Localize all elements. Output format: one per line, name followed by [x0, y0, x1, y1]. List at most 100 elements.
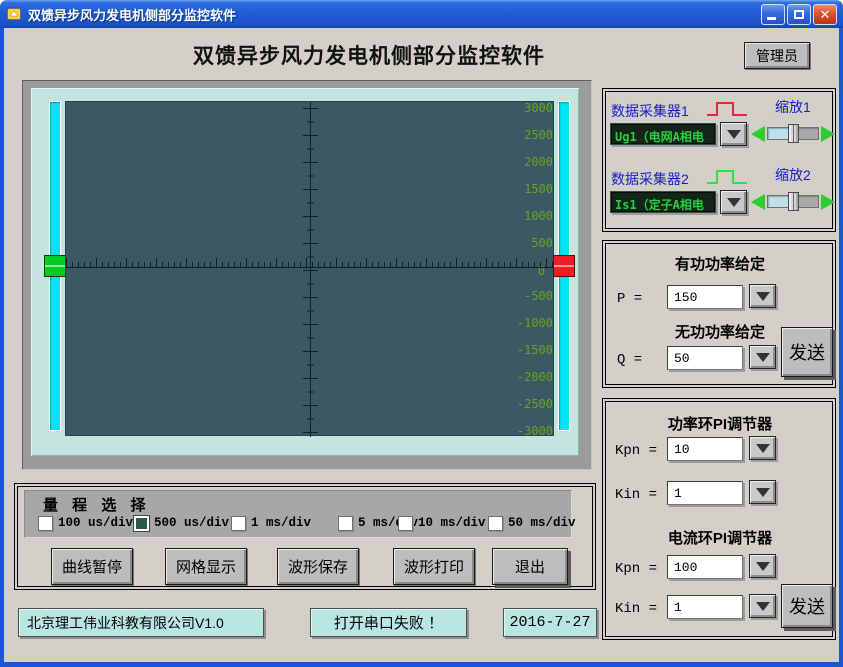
grid-display-button[interactable]: 网格显示	[165, 548, 247, 585]
oscilloscope: 3000 2500 2000 1500 1000 500 0 -500 -100…	[22, 80, 592, 470]
y-axis-label: 1500	[507, 182, 553, 196]
maximize-icon	[794, 10, 804, 19]
zoom2-increase-arrow[interactable]	[821, 194, 835, 210]
range-option: 100 us/div	[38, 515, 133, 531]
y-axis-label: 2000	[507, 155, 553, 169]
pulse-waveform-icon	[705, 167, 749, 187]
power-loop-title: 功率环PI调节器	[618, 413, 822, 434]
main-panel: 双馈异步风力发电机侧部分监控软件 管理员 3000 2500 2000 1500…	[4, 28, 839, 662]
y-axis-label: -500	[507, 289, 553, 303]
zoom2-decrease-arrow[interactable]	[751, 194, 765, 210]
kin1-label: Kin =	[615, 487, 657, 503]
range-checkbox-10ms[interactable]	[398, 516, 413, 531]
kin2-value-field[interactable]: 1	[667, 595, 743, 619]
p-value-field[interactable]: 150	[667, 285, 743, 309]
y-axis-label: 500	[507, 236, 553, 250]
window-title: 双馈异步风力发电机侧部分监控软件	[28, 5, 761, 24]
collector1-label: 数据采集器1	[611, 101, 689, 121]
admin-button[interactable]: 管理员	[744, 42, 810, 69]
waveform-display: 3000 2500 2000 1500 1000 500 0 -500 -100…	[65, 101, 554, 436]
y-axis-label: 1000	[507, 209, 553, 223]
kpn2-dropdown-button[interactable]	[749, 554, 776, 578]
kin1-dropdown-button[interactable]	[749, 480, 776, 504]
kin1-value-field[interactable]: 1	[667, 481, 743, 505]
date-field: 2016-7-27	[503, 608, 597, 637]
q-value-field[interactable]: 50	[667, 346, 743, 370]
exit-button[interactable]: 退出	[492, 548, 568, 585]
close-button[interactable]: ✕	[813, 4, 837, 25]
p-label: P =	[617, 291, 642, 307]
print-waveform-button[interactable]: 波形打印	[393, 548, 475, 585]
zoom2-slider-handle[interactable]	[788, 192, 799, 211]
close-icon: ✕	[814, 5, 836, 24]
range-checkbox-label: 1 ms/div	[251, 516, 311, 530]
power-setpoint-panel: 有功功率给定 P = 150 无功功率给定 Q = 50 发送	[602, 240, 836, 388]
y-axis-label: -2000	[507, 370, 553, 384]
kpn2-label: Kpn =	[615, 561, 657, 577]
range-selection-area: 量 程 选 择 100 us/div 500 us/div 1 ms/div 5…	[24, 490, 572, 538]
dropdown-arrow-icon	[756, 562, 770, 571]
dropdown-arrow-icon	[756, 602, 770, 611]
pi-send-button[interactable]: 发送	[781, 584, 833, 628]
y-axis-label: -3000	[507, 424, 553, 438]
range-checkbox-1ms[interactable]	[231, 516, 246, 531]
page-title: 双馈异步风力发电机侧部分监控软件	[104, 40, 634, 70]
active-power-title: 有功功率给定	[618, 253, 822, 274]
range-checkbox-500us[interactable]	[134, 516, 149, 531]
maximize-button[interactable]	[787, 4, 811, 25]
pause-curve-button[interactable]: 曲线暂停	[51, 548, 133, 585]
zoom1-label: 缩放1	[775, 97, 811, 117]
range-checkbox-50ms[interactable]	[488, 516, 503, 531]
range-checkbox-label: 50 ms/div	[508, 516, 576, 530]
channel1-selector[interactable]: Ug1（电网A相电	[610, 123, 716, 145]
range-option: 1 ms/div	[231, 515, 311, 531]
zoom2-label: 缩放2	[775, 165, 811, 185]
range-checkbox-label: 100 us/div	[58, 516, 133, 530]
dropdown-arrow-icon	[727, 130, 741, 139]
range-checkbox-100us[interactable]	[38, 516, 53, 531]
app-icon	[6, 6, 22, 22]
app-window: 双馈异步风力发电机侧部分监控软件 ✕ 双馈异步风力发电机侧部分监控软件 管理员 …	[0, 0, 843, 667]
range-checkbox-label: 500 us/div	[154, 516, 229, 530]
company-version-field: 北京理工伟业科教有限公司V1.0	[18, 608, 264, 637]
y-axis-label: 2500	[507, 128, 553, 142]
collector2-label: 数据采集器2	[611, 169, 689, 189]
kpn1-value-field[interactable]: 10	[667, 437, 743, 461]
zoom2-slider	[751, 191, 835, 213]
channel2-dropdown-button[interactable]	[720, 190, 747, 214]
channel2-selector[interactable]: Is1（定子A相电	[610, 191, 716, 213]
power-send-button[interactable]: 发送	[781, 327, 833, 377]
serial-status-message: 打开串口失败 ！	[310, 608, 467, 637]
collectors-panel: 数据采集器1 缩放1 Ug1（电网A相电 数据采集器2 缩放2 Is1（定子A相…	[602, 88, 836, 232]
zoom1-slider-handle[interactable]	[788, 124, 799, 143]
zoom1-increase-arrow[interactable]	[821, 126, 835, 142]
range-option: 10 ms/div	[398, 515, 486, 531]
left-slider-handle[interactable]	[44, 255, 66, 277]
pi-regulator-panel: 功率环PI调节器 Kpn = 10 Kin = 1 电流环PI调节器 Kpn =…	[602, 398, 836, 640]
kin2-dropdown-button[interactable]	[749, 594, 776, 618]
kin2-label: Kin =	[615, 601, 657, 617]
right-slider-handle[interactable]	[553, 255, 575, 277]
zoom1-decrease-arrow[interactable]	[751, 126, 765, 142]
range-panel: 量 程 选 择 100 us/div 500 us/div 1 ms/div 5…	[14, 483, 596, 590]
minimize-icon	[767, 17, 776, 20]
dropdown-arrow-icon	[727, 198, 741, 207]
range-title: 量 程 选 择	[43, 494, 151, 515]
kpn2-value-field[interactable]: 100	[667, 555, 743, 579]
pulse-waveform-icon	[705, 99, 749, 119]
range-checkbox-5ms[interactable]	[338, 516, 353, 531]
dropdown-arrow-icon	[756, 292, 770, 301]
p-dropdown-button[interactable]	[749, 284, 776, 308]
range-option: 50 ms/div	[488, 515, 576, 531]
channel1-dropdown-button[interactable]	[720, 122, 747, 146]
kpn1-dropdown-button[interactable]	[749, 436, 776, 460]
q-dropdown-button[interactable]	[749, 345, 776, 369]
y-axis-label: -1500	[507, 343, 553, 357]
minimize-button[interactable]	[761, 4, 785, 25]
y-axis-label: -1000	[507, 316, 553, 330]
y-axis-label: -2500	[507, 397, 553, 411]
q-label: Q =	[617, 352, 642, 368]
save-waveform-button[interactable]: 波形保存	[277, 548, 359, 585]
dropdown-arrow-icon	[756, 488, 770, 497]
y-axis-label: 3000	[507, 101, 553, 115]
